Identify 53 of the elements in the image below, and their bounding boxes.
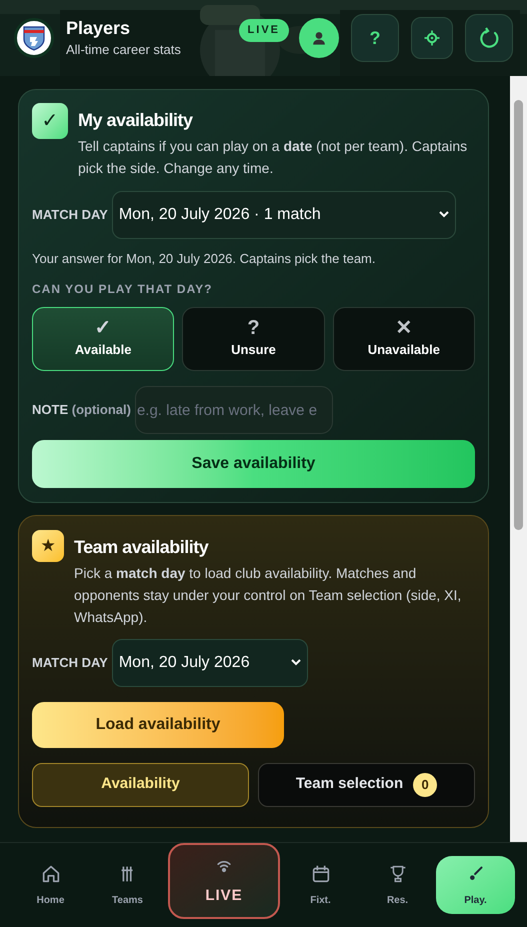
save-button[interactable]: Save availability	[32, 440, 475, 488]
nav-tab[interactable]: Home	[12, 856, 89, 914]
match-day-select[interactable]: Mon, 20 July 2026	[112, 638, 308, 686]
page-subtitle: All-time career stats	[66, 40, 181, 58]
card-title: My availability	[78, 109, 194, 132]
nav-tab[interactable]: Play.	[436, 856, 515, 914]
live-tab[interactable]: LIVE	[168, 843, 280, 919]
check-icon: ✓	[32, 103, 68, 139]
note-label: NOTE (optional)	[32, 401, 131, 420]
availability-option[interactable]: ✓ Available	[32, 307, 174, 371]
nav-tab[interactable]: Fixt.	[282, 856, 359, 914]
caret-icon	[438, 211, 449, 218]
tab[interactable]: Team selection 0	[258, 762, 475, 806]
nav-label: Fixt.	[310, 894, 331, 908]
match-day-label: MATCH DAY	[32, 206, 108, 224]
option-label: Unavailable	[368, 341, 440, 360]
nav-label: Teams	[112, 894, 143, 908]
count-badge: 0	[413, 772, 438, 796]
card-description: Tell captains if you can play on a date (not per team). Captains pick the side. Change any time.	[78, 136, 468, 178]
question-label: CAN YOU PLAY THAT DAY?	[32, 281, 214, 298]
nav-label: Home	[36, 894, 64, 908]
nav-label: Play.	[464, 894, 487, 908]
note-hint: (optional)	[72, 402, 131, 418]
option-label: Unsure	[231, 341, 276, 360]
select-value: Mon, 20 July 2026	[118, 652, 250, 672]
availability-option[interactable]: ✕ Unavailable	[332, 307, 475, 371]
tab-label: Team selection	[296, 774, 404, 794]
availability-option[interactable]: ? Unsure	[182, 307, 325, 371]
option-label: Available	[74, 341, 132, 360]
load-button[interactable]: Load availability	[32, 702, 284, 748]
note-field[interactable]: e.g. late from work, leave e	[134, 386, 333, 434]
match-day-select[interactable]: Mon, 20 July 2026 · 1 match	[112, 190, 456, 238]
nav-label: LIVE	[205, 886, 243, 906]
card-title: Team availability	[74, 536, 210, 558]
tab[interactable]: Availability	[32, 762, 249, 806]
scrollbar[interactable]	[510, 76, 527, 842]
page-title: Players	[66, 17, 132, 40]
nav-tab[interactable]: Res.	[359, 856, 436, 914]
answer-note: Your answer for Mon, 20 July 2026. Captains pick the team.	[32, 250, 376, 268]
caret-icon	[290, 659, 301, 666]
settings-button[interactable]	[411, 17, 453, 59]
refresh-button[interactable]	[465, 14, 513, 62]
refresh-icon	[477, 26, 501, 50]
select-value: Mon, 20 July 2026 · 1 match	[118, 204, 321, 224]
nav-tab[interactable]: Teams	[89, 856, 166, 914]
match-day-label: MATCH DAY	[32, 654, 108, 672]
card-description: Pick a match day to load club availability. Matches and opponents stay under your control on Team selection (side, XI, WhatsApp).	[74, 564, 462, 627]
option-symbol: ✕	[395, 318, 412, 338]
option-symbol: ?	[247, 318, 260, 338]
option-symbol: ✓	[94, 318, 112, 338]
nav-label: Res.	[386, 894, 408, 908]
help-button[interactable]: ?	[351, 14, 399, 62]
settings-icon	[422, 28, 442, 48]
